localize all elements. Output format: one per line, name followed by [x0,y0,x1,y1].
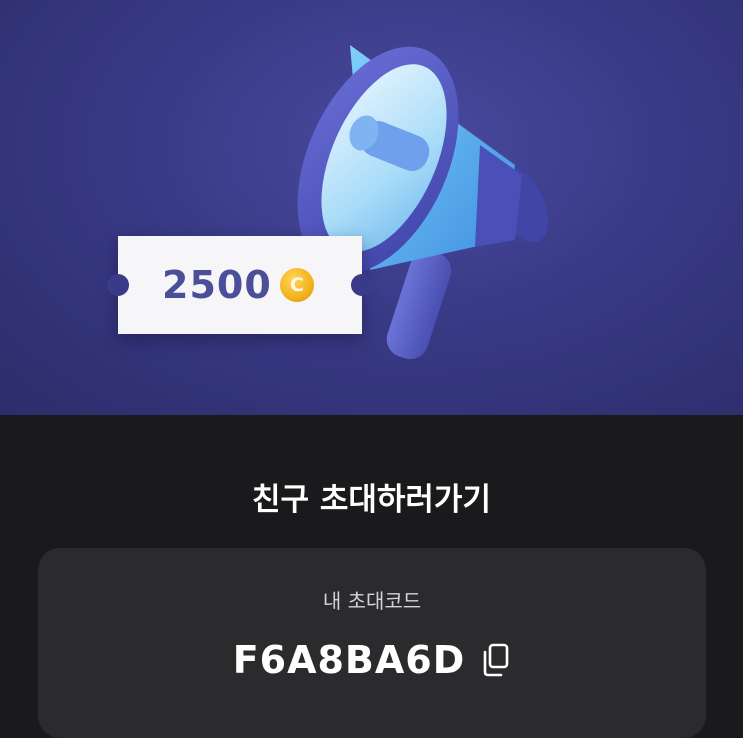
invite-code-card: 내 초대코드 F6A8BA6D [38,548,706,738]
invite-code-row: F6A8BA6D [38,636,706,684]
invite-code-value: F6A8BA6D [232,638,466,682]
copy-icon-glyph [483,643,509,677]
reward-ticket: 2500 C [107,236,373,334]
copy-icon[interactable] [481,643,511,677]
invite-friends-title[interactable]: 친구 초대하러가기 [0,470,743,530]
coin-icon: C [280,268,314,302]
invite-code-label: 내 초대코드 [322,589,422,613]
ticket-amount: 2500 [162,263,272,307]
promo-banner: 2500 C [0,0,743,415]
